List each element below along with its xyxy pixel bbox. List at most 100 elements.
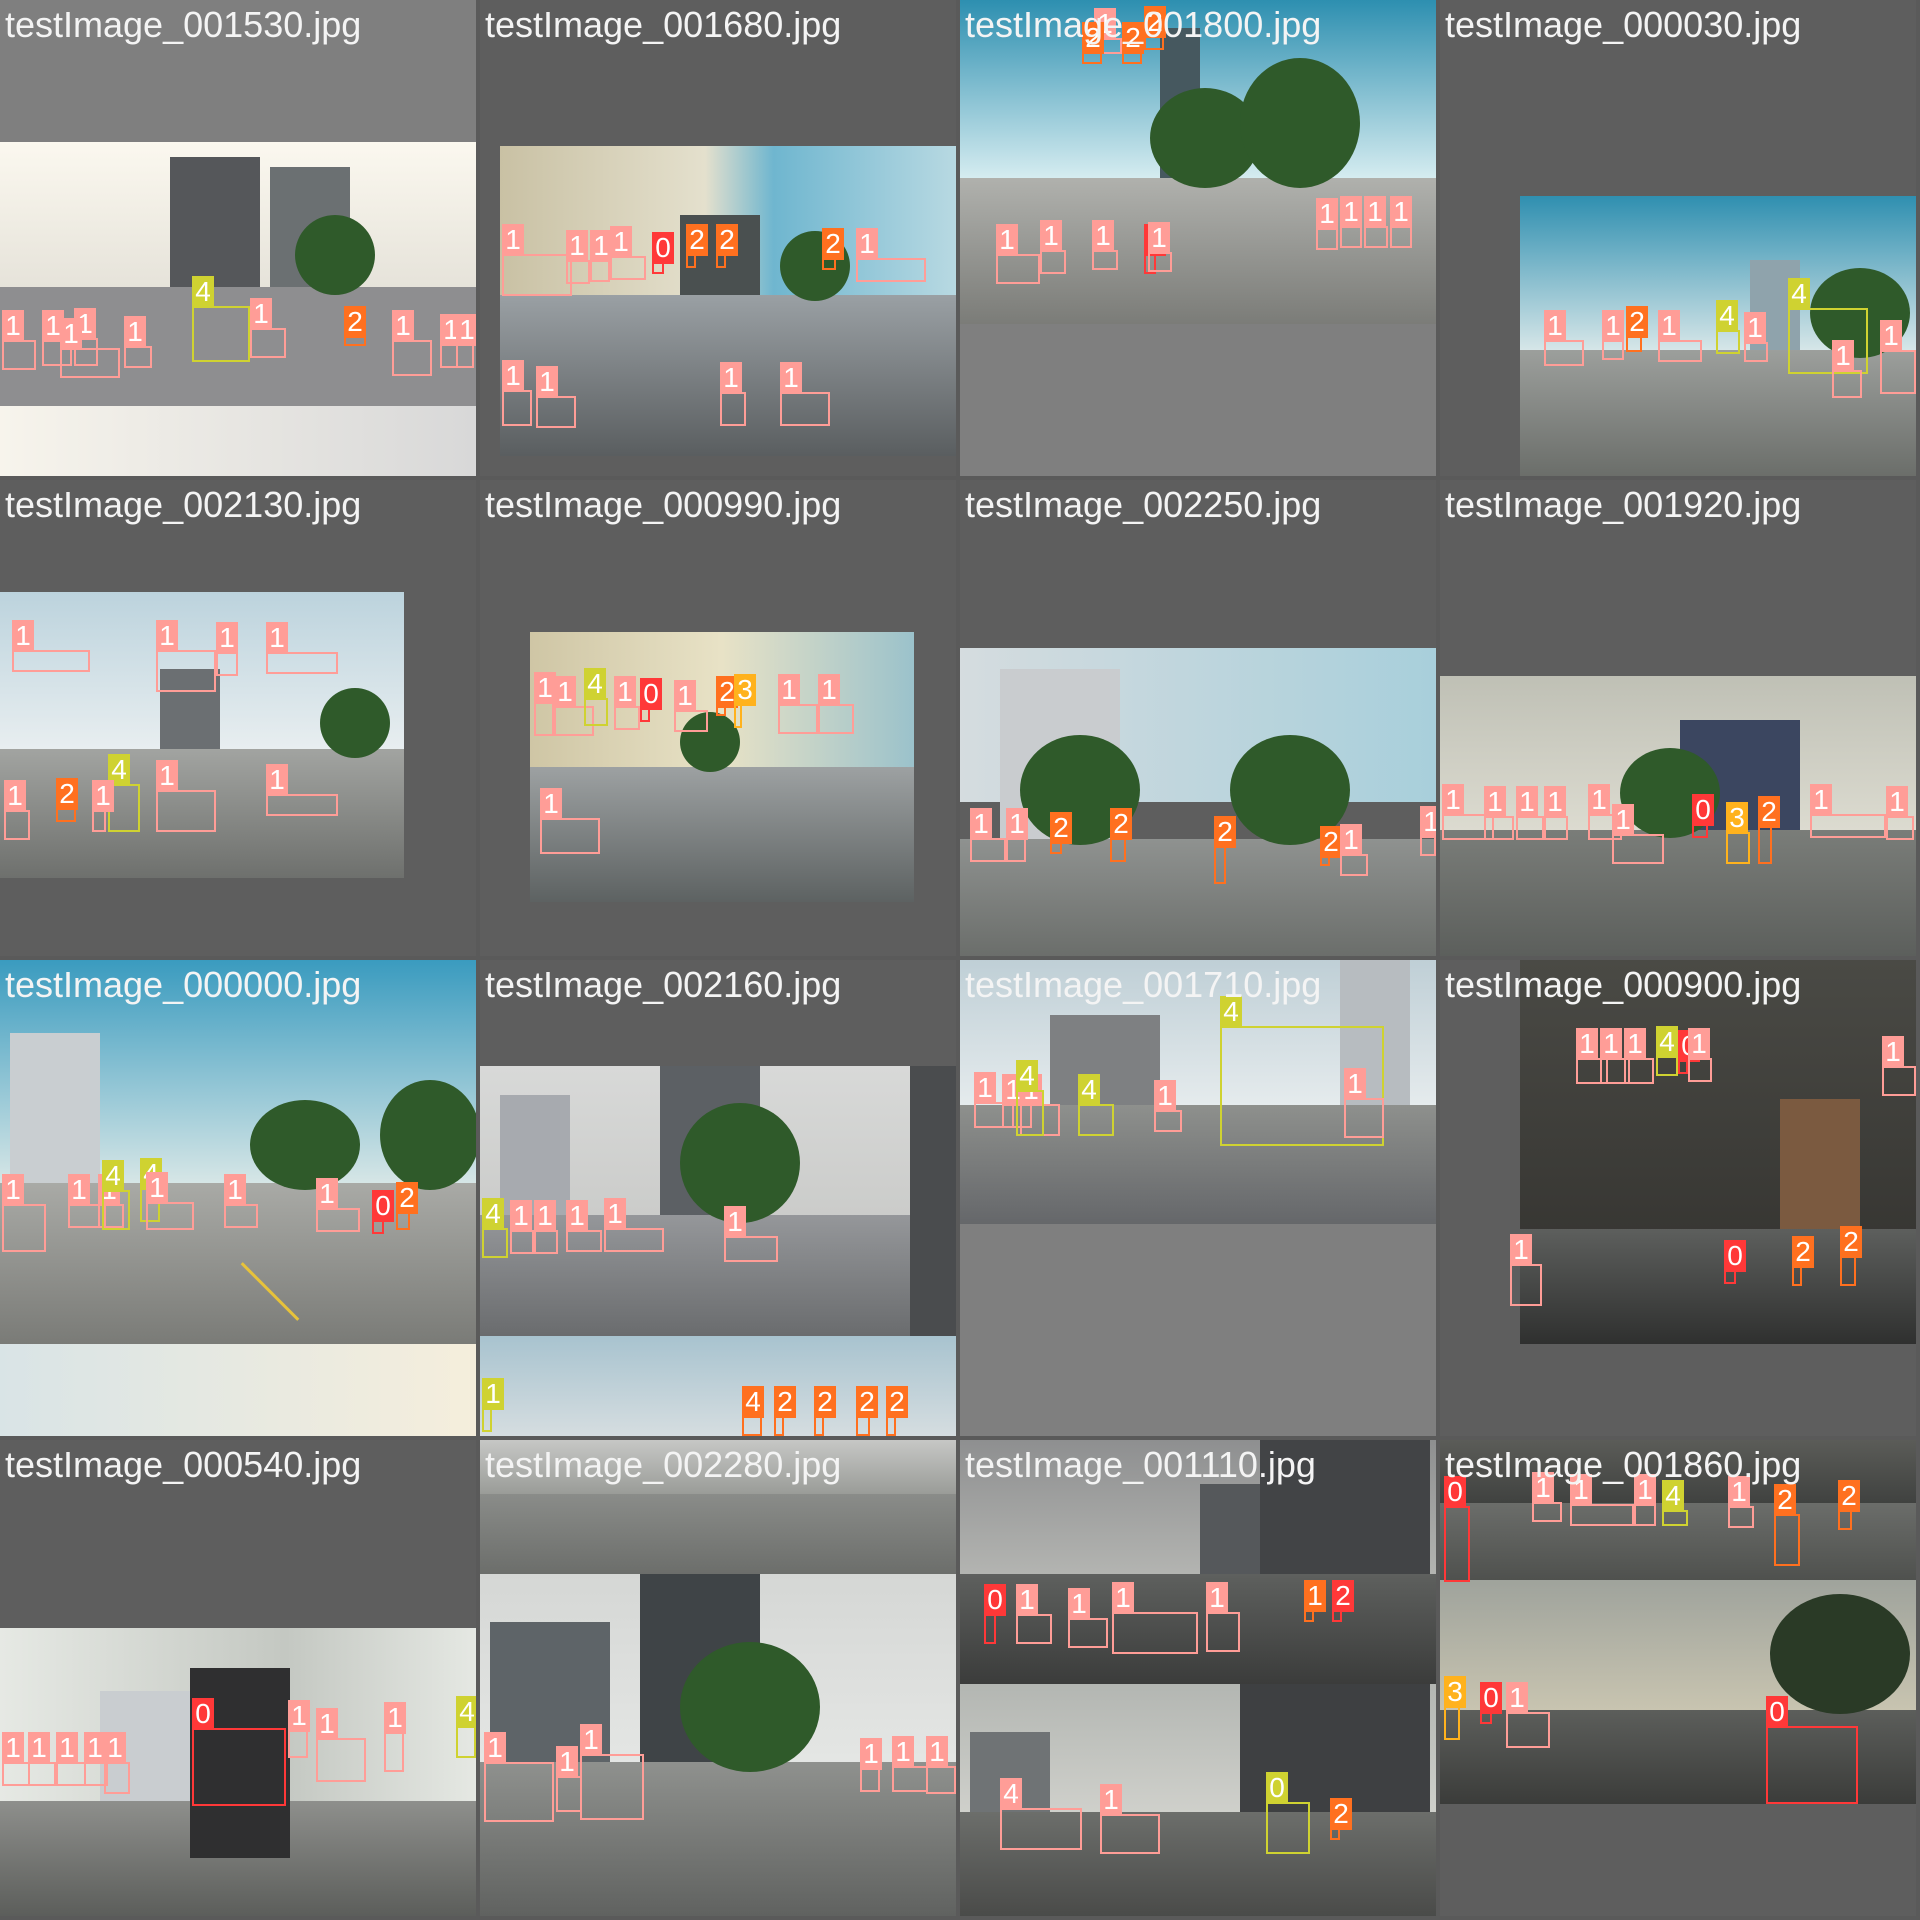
detection-box: 1 <box>1420 806 1436 856</box>
detection-label: 3 <box>1726 802 1748 834</box>
detection-box: 1 <box>12 620 90 672</box>
detection-box: 1 <box>216 622 238 676</box>
detection-label: 1 <box>1600 1028 1622 1060</box>
detection-label: 1 <box>60 318 82 350</box>
detection-label: 1 <box>384 1702 406 1734</box>
detection-label: 1 <box>124 316 146 348</box>
detection-box: 1 <box>1364 196 1388 248</box>
detection-label: 3 <box>734 674 756 706</box>
detection-box: 2 <box>822 228 844 270</box>
detection-label: 1 <box>1886 786 1908 818</box>
detection-box: 2 <box>774 1386 796 1436</box>
detection-label: 1 <box>1112 1582 1134 1614</box>
detection-box: 4 <box>1716 300 1740 354</box>
scene-image <box>0 592 404 878</box>
detection-box: 1 <box>250 298 286 358</box>
detection-box: 1 <box>818 674 854 734</box>
detection-box: 1 <box>1882 1036 1916 1096</box>
image-filename: testImage_001800.jpg <box>965 4 1322 45</box>
scene-image <box>480 1336 956 1436</box>
detection-box: 2 <box>1774 1484 1800 1566</box>
detection-box: 1 <box>580 1724 644 1820</box>
detection-box: 1 <box>604 1198 664 1252</box>
detection-mosaic: testImage_001530.jpg 1 1 1 1 1 4 1 2 1 1… <box>0 0 1920 1920</box>
detection-box: 1 <box>510 1200 534 1254</box>
image-filename: testImage_001710.jpg <box>965 964 1322 1005</box>
mosaic-tile: testImage_002160.jpg 4 1 1 1 1 1 1 4 2 2… <box>480 960 956 1436</box>
detection-box: 2 <box>716 676 738 716</box>
detection-label: 1 <box>566 230 588 262</box>
detection-label: 0 <box>984 1584 1006 1616</box>
image-filename: testImage_000900.jpg <box>1445 964 1802 1005</box>
detection-box: 0 <box>1480 1682 1502 1724</box>
detection-box: 1 <box>1304 1580 1326 1622</box>
detection-label: 1 <box>1344 1068 1366 1100</box>
detection-label: 1 <box>2 1174 24 1206</box>
detection-label: 4 <box>1656 1026 1678 1058</box>
detection-box: 0 <box>1766 1696 1858 1804</box>
detection-box: 1 <box>1658 310 1702 362</box>
detection-box: 1 <box>926 1736 956 1794</box>
detection-box: 2 <box>1082 22 1104 64</box>
detection-box: 1 <box>556 1746 582 1812</box>
detection-box: 1 <box>4 780 30 840</box>
detection-box: 1 <box>778 674 818 734</box>
detection-label: 1 <box>1364 196 1386 228</box>
detection-box: 2 <box>1214 816 1236 884</box>
detection-label: 1 <box>456 314 476 346</box>
detection-label: 2 <box>856 1386 878 1418</box>
detection-label: 0 <box>1480 1682 1502 1714</box>
detection-box: 1 <box>266 622 338 674</box>
detection-label: 1 <box>778 674 800 706</box>
detection-label: 0 <box>640 678 662 710</box>
detection-label: 2 <box>1774 1484 1796 1516</box>
detection-box: 1 <box>1516 786 1544 840</box>
mosaic-tile: testImage_001530.jpg 1 1 1 1 1 4 1 2 1 1… <box>0 0 476 476</box>
detection-label: 1 <box>534 672 556 704</box>
detection-label: 1 <box>926 1736 948 1768</box>
detection-box: 2 <box>856 1386 878 1436</box>
detection-label: 3 <box>1444 1676 1466 1708</box>
detection-box: 4 <box>1016 1060 1044 1136</box>
detection-label: 1 <box>502 360 524 392</box>
detection-box: 1 <box>1832 340 1862 398</box>
detection-box: 1 <box>536 366 576 428</box>
detection-label: 1 <box>1006 808 1028 840</box>
detection-label: 1 <box>288 1700 310 1732</box>
detection-label: 0 <box>1724 1240 1746 1272</box>
image-filename: testImage_000030.jpg <box>1445 4 1802 45</box>
detection-box: 0 <box>372 1190 394 1234</box>
detection-box: 1 <box>316 1708 366 1782</box>
detection-label: 2 <box>396 1182 418 1214</box>
scene-image <box>1520 960 1916 1344</box>
detection-box: 1 <box>720 362 746 426</box>
detection-box: 2 <box>1110 808 1132 862</box>
detection-label: 1 <box>674 680 696 712</box>
detection-label: 1 <box>720 362 742 394</box>
detection-box: 2 <box>1122 22 1144 64</box>
detection-box: 4 <box>1788 278 1868 374</box>
detection-box: 1 <box>1092 220 1118 270</box>
detection-box: 1 <box>1570 1474 1634 1526</box>
mosaic-tile: testImage_001920.jpg 1 1 1 1 1 1 0 3 2 1… <box>1440 480 1916 956</box>
detection-box: 1 <box>2 1174 46 1252</box>
detection-box: 1 <box>534 1200 558 1254</box>
detection-box: 2 <box>1792 1236 1814 1286</box>
detection-box: 1 <box>1484 786 1514 840</box>
detection-box: 1 <box>146 1172 194 1230</box>
detection-box: 0 <box>1724 1240 1746 1284</box>
detection-label: 2 <box>716 224 738 256</box>
mosaic-tile: testImage_000900.jpg 1 1 1 4 0 1 1 0 2 2… <box>1440 960 1916 1436</box>
detection-box: 1 <box>288 1700 310 1758</box>
detection-label: 1 <box>266 622 288 654</box>
detection-label: 2 <box>774 1386 796 1418</box>
detection-label: 2 <box>1320 826 1342 858</box>
image-filename: testImage_000540.jpg <box>5 1444 362 1485</box>
mosaic-tile: testImage_002250.jpg 1 1 2 2 2 2 1 1 <box>960 480 1436 956</box>
detection-label: 4 <box>1078 1074 1100 1106</box>
detection-box: 4 <box>584 668 608 726</box>
detection-box: 1 <box>1112 1582 1198 1654</box>
detection-label: 1 <box>28 1732 50 1764</box>
detection-label: 1 <box>1092 220 1114 252</box>
detection-label: 1 <box>104 1732 126 1764</box>
